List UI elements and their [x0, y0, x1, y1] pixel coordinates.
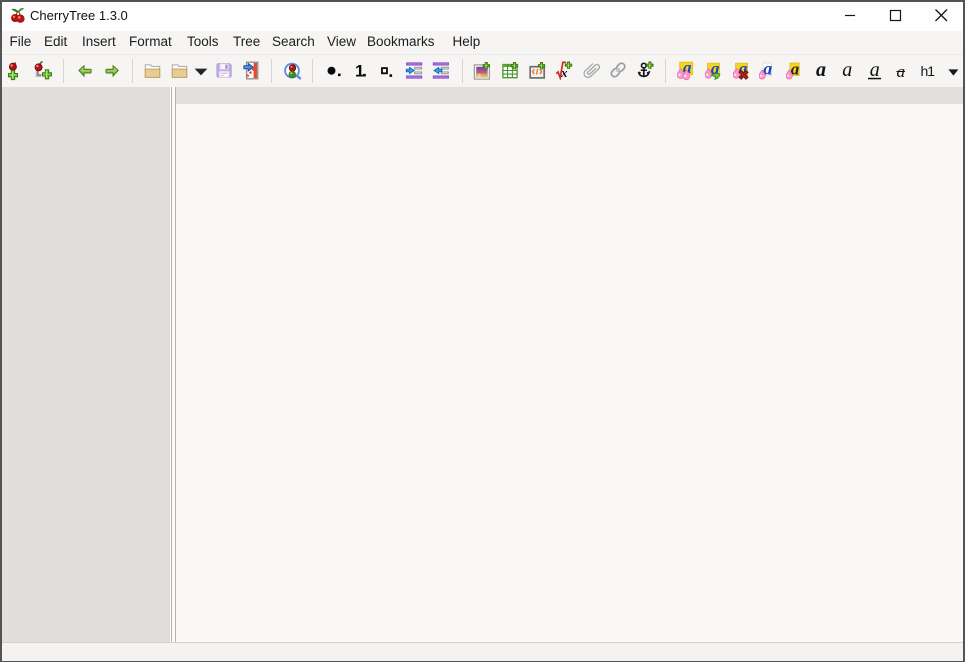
- svg-text:1: 1: [355, 62, 364, 78]
- svg-text:x: x: [560, 65, 568, 80]
